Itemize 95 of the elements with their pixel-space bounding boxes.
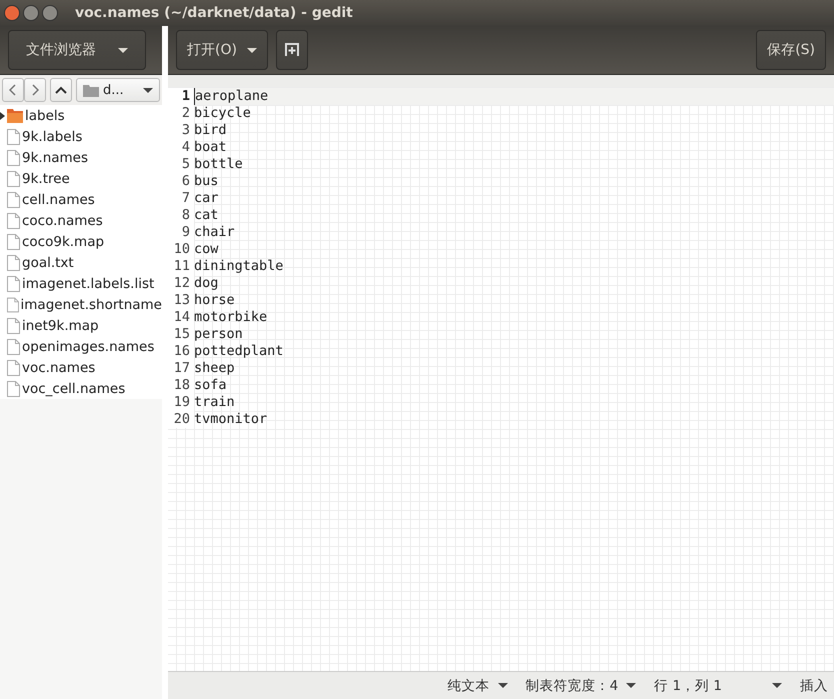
caret-icon [498,683,508,688]
back-button[interactable] [2,78,24,102]
line-number: 5 [168,156,194,173]
line-number: 14 [168,309,194,326]
folder-icon [7,108,23,123]
file-name[interactable]: coco9k.map [22,234,104,250]
file-name[interactable]: imagenet.shortname [20,296,162,312]
file-name[interactable]: 9k.tree [22,170,70,186]
file-icon [7,128,20,144]
save-button[interactable]: 保存(S) [756,30,826,70]
tab-width-dropdown[interactable]: 制表符宽度：4 [526,676,636,694]
line-number: 4 [168,139,194,156]
new-tab-button[interactable] [276,30,308,70]
line-number: 9 [168,224,194,241]
code-line: cat [194,207,220,224]
line-number: 7 [168,190,194,207]
code-line: sofa [194,377,228,394]
file-name[interactable]: voc_cell.names [22,380,126,396]
line-number: 19 [168,394,194,411]
code-line: cow [194,241,220,258]
code-line: train [194,394,236,411]
file-icon [7,276,20,292]
line-number: 17 [168,360,194,377]
file-icon [7,170,20,186]
file-name[interactable]: 9k.names [22,150,88,166]
up-button[interactable] [50,78,72,102]
file-icon [7,254,20,270]
line-number: 1 [168,88,194,105]
code-line: car [194,190,220,207]
maximize-button[interactable] [42,5,58,21]
forward-icon [31,84,39,96]
code-line: motorbike [194,309,268,326]
folder-icon [83,84,99,96]
line-number: 15 [168,326,194,343]
code-line: dog [194,275,220,292]
code-line: pottedplant [194,343,284,360]
file-name[interactable]: inet9k.map [22,318,99,334]
code-line: horse [194,292,236,309]
forward-button[interactable] [24,78,46,102]
file-icon [7,212,20,228]
line-number: 2 [168,105,194,122]
line-number: 13 [168,292,194,309]
code-line: bird [194,122,228,139]
line-number: 8 [168,207,194,224]
file-name[interactable]: openimages.names [22,338,154,354]
file-name[interactable]: 9k.labels [22,128,82,144]
caret-icon [626,683,636,688]
file-icon [7,318,20,334]
close-button[interactable] [4,5,20,21]
file-icon [7,338,20,354]
file-icon [7,234,20,250]
caret-icon [772,683,782,688]
new-document-icon [284,43,299,57]
file-icon [7,360,20,376]
up-icon [55,86,67,94]
expander-icon[interactable] [0,112,5,120]
file-icon [7,380,20,396]
language-dropdown[interactable]: 纯文本 [448,676,508,694]
line-number: 12 [168,275,194,292]
code-line: bicycle [194,105,252,122]
code-line: person [194,326,244,343]
line-number: 10 [168,241,194,258]
line-number: 6 [168,173,194,190]
line-number: 3 [168,122,194,139]
file-name[interactable]: goal.txt [22,254,74,270]
line-number: 16 [168,343,194,360]
insert-mode-label: 插入 [800,676,828,694]
code-line: boat [194,139,228,156]
caret-icon [118,48,128,52]
file-name[interactable]: labels [25,108,65,124]
code-line: bottle [194,156,244,173]
file-name[interactable]: voc.names [22,360,96,376]
side-panel-dropdown[interactable]: 文件浏览器 [8,30,146,70]
code-line: chair [194,224,236,241]
location-dropdown[interactable]: d... [76,78,160,102]
window-title: voc.names (~/darknet/data) - gedit [75,5,353,21]
file-name[interactable]: cell.names [22,192,95,208]
file-icon [6,296,19,312]
file-name[interactable]: imagenet.labels.list [22,276,154,292]
code-line: tvmonitor [194,411,268,428]
line-number: 20 [168,411,194,428]
code-line: diningtable [194,258,284,275]
open-button[interactable]: 打开(O) [176,30,268,70]
caret-icon [143,88,153,92]
minimize-button[interactable] [23,5,39,21]
file-icon [7,192,20,208]
code-line: sheep [194,360,236,377]
caret-icon [246,48,257,52]
code-line: bus [194,173,220,190]
file-name[interactable]: coco.names [22,212,103,228]
line-number: 18 [168,377,194,394]
line-number: 11 [168,258,194,275]
file-icon [7,150,20,166]
back-icon [9,84,17,96]
cursor-position-dropdown[interactable]: 行 1，列 1 [654,676,782,694]
